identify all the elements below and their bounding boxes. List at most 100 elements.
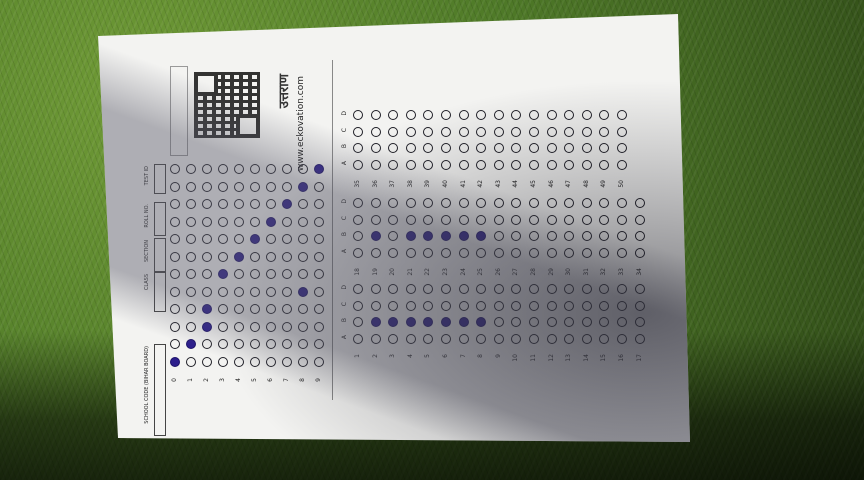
answer-bubble[interactable] [353,333,363,344]
answer-bubble[interactable] [493,333,504,344]
answer-bubble[interactable] [441,214,451,225]
id-bubble[interactable] [186,251,196,262]
id-bubble[interactable] [234,164,244,174]
id-bubble[interactable] [234,181,244,192]
answer-bubble[interactable] [405,247,416,258]
id-bubble[interactable] [314,199,324,209]
answer-bubble[interactable] [529,333,539,344]
answer-bubble[interactable] [405,159,416,170]
answer-bubble[interactable] [581,333,592,344]
answer-bubble[interactable] [564,284,575,294]
id-bubble[interactable] [314,304,324,314]
answer-bubble[interactable] [405,143,416,153]
id-bubble[interactable] [282,164,292,174]
answer-bubble[interactable] [599,143,610,153]
answer-bubble[interactable] [493,198,504,208]
answer-bubble[interactable] [564,247,575,258]
answer-bubble[interactable] [493,126,504,137]
answer-bubble[interactable] [423,317,434,327]
answer-bubble[interactable] [388,247,399,258]
answer-bubble[interactable] [511,198,522,208]
id-bubble[interactable] [298,286,308,297]
id-bubble[interactable] [234,199,244,209]
id-bubble[interactable] [250,251,260,262]
answer-bubble[interactable] [599,231,610,241]
answer-bubble[interactable] [476,317,487,327]
id-bubble[interactable] [314,321,324,332]
answer-bubble[interactable] [441,143,451,153]
id-bubble[interactable] [218,251,228,262]
answer-bubble[interactable] [441,198,451,208]
id-bubble[interactable] [234,286,244,297]
answer-bubble[interactable] [493,247,504,258]
answer-bubble[interactable] [617,126,627,137]
answer-bubble[interactable] [353,317,363,327]
id-bubble[interactable] [250,356,260,367]
answer-bubble[interactable] [441,231,451,241]
id-bubble[interactable] [170,339,180,349]
answer-bubble[interactable] [370,333,381,344]
answer-bubble[interactable] [458,214,469,225]
id-bubble[interactable] [202,164,212,174]
answer-bubble[interactable] [564,333,575,344]
answer-bubble[interactable] [423,143,434,153]
id-bubble[interactable] [282,269,292,279]
answer-bubble[interactable] [493,231,504,241]
answer-bubble[interactable] [634,333,645,344]
id-bubble[interactable] [314,234,324,244]
answer-bubble[interactable] [493,284,504,294]
answer-bubble[interactable] [405,284,416,294]
answer-bubble[interactable] [546,231,557,241]
answer-bubble[interactable] [617,159,627,170]
id-bubble[interactable] [314,356,324,367]
id-bubble[interactable] [234,321,244,332]
answer-bubble[interactable] [511,143,522,153]
answer-bubble[interactable] [423,110,434,120]
answer-bubble[interactable] [370,284,381,294]
answer-bubble[interactable] [353,247,363,258]
answer-bubble[interactable] [529,231,539,241]
answer-bubble[interactable] [405,333,416,344]
answer-bubble[interactable] [529,159,539,170]
id-bubble[interactable] [234,339,244,349]
id-bubble[interactable] [170,234,180,244]
id-bubble[interactable] [250,164,260,174]
id-bubble[interactable] [170,181,180,192]
answer-bubble[interactable] [441,333,451,344]
answer-bubble[interactable] [617,300,627,311]
answer-bubble[interactable] [493,214,504,225]
id-bubble[interactable] [170,199,180,209]
id-bubble[interactable] [298,199,308,209]
id-bubble[interactable] [202,356,212,367]
answer-bubble[interactable] [634,231,645,241]
answer-bubble[interactable] [599,300,610,311]
answer-bubble[interactable] [581,284,592,294]
answer-bubble[interactable] [546,317,557,327]
answer-bubble[interactable] [353,231,363,241]
answer-bubble[interactable] [353,300,363,311]
answer-bubble[interactable] [581,317,592,327]
answer-bubble[interactable] [458,110,469,120]
answer-bubble[interactable] [564,126,575,137]
answer-bubble[interactable] [441,126,451,137]
answer-bubble[interactable] [458,143,469,153]
id-bubble[interactable] [266,199,276,209]
id-bubble[interactable] [202,321,212,332]
id-bubble[interactable] [266,286,276,297]
id-bubble[interactable] [186,234,196,244]
answer-bubble[interactable] [511,247,522,258]
answer-bubble[interactable] [511,317,522,327]
answer-bubble[interactable] [529,247,539,258]
answer-bubble[interactable] [546,198,557,208]
answer-bubble[interactable] [388,159,399,170]
id-bubble[interactable] [298,339,308,349]
answer-bubble[interactable] [511,231,522,241]
answer-bubble[interactable] [599,159,610,170]
answer-bubble[interactable] [599,126,610,137]
id-bubble[interactable] [186,356,196,367]
answer-bubble[interactable] [423,247,434,258]
answer-bubble[interactable] [423,231,434,241]
answer-bubble[interactable] [529,198,539,208]
answer-bubble[interactable] [353,143,363,153]
answer-bubble[interactable] [617,231,627,241]
